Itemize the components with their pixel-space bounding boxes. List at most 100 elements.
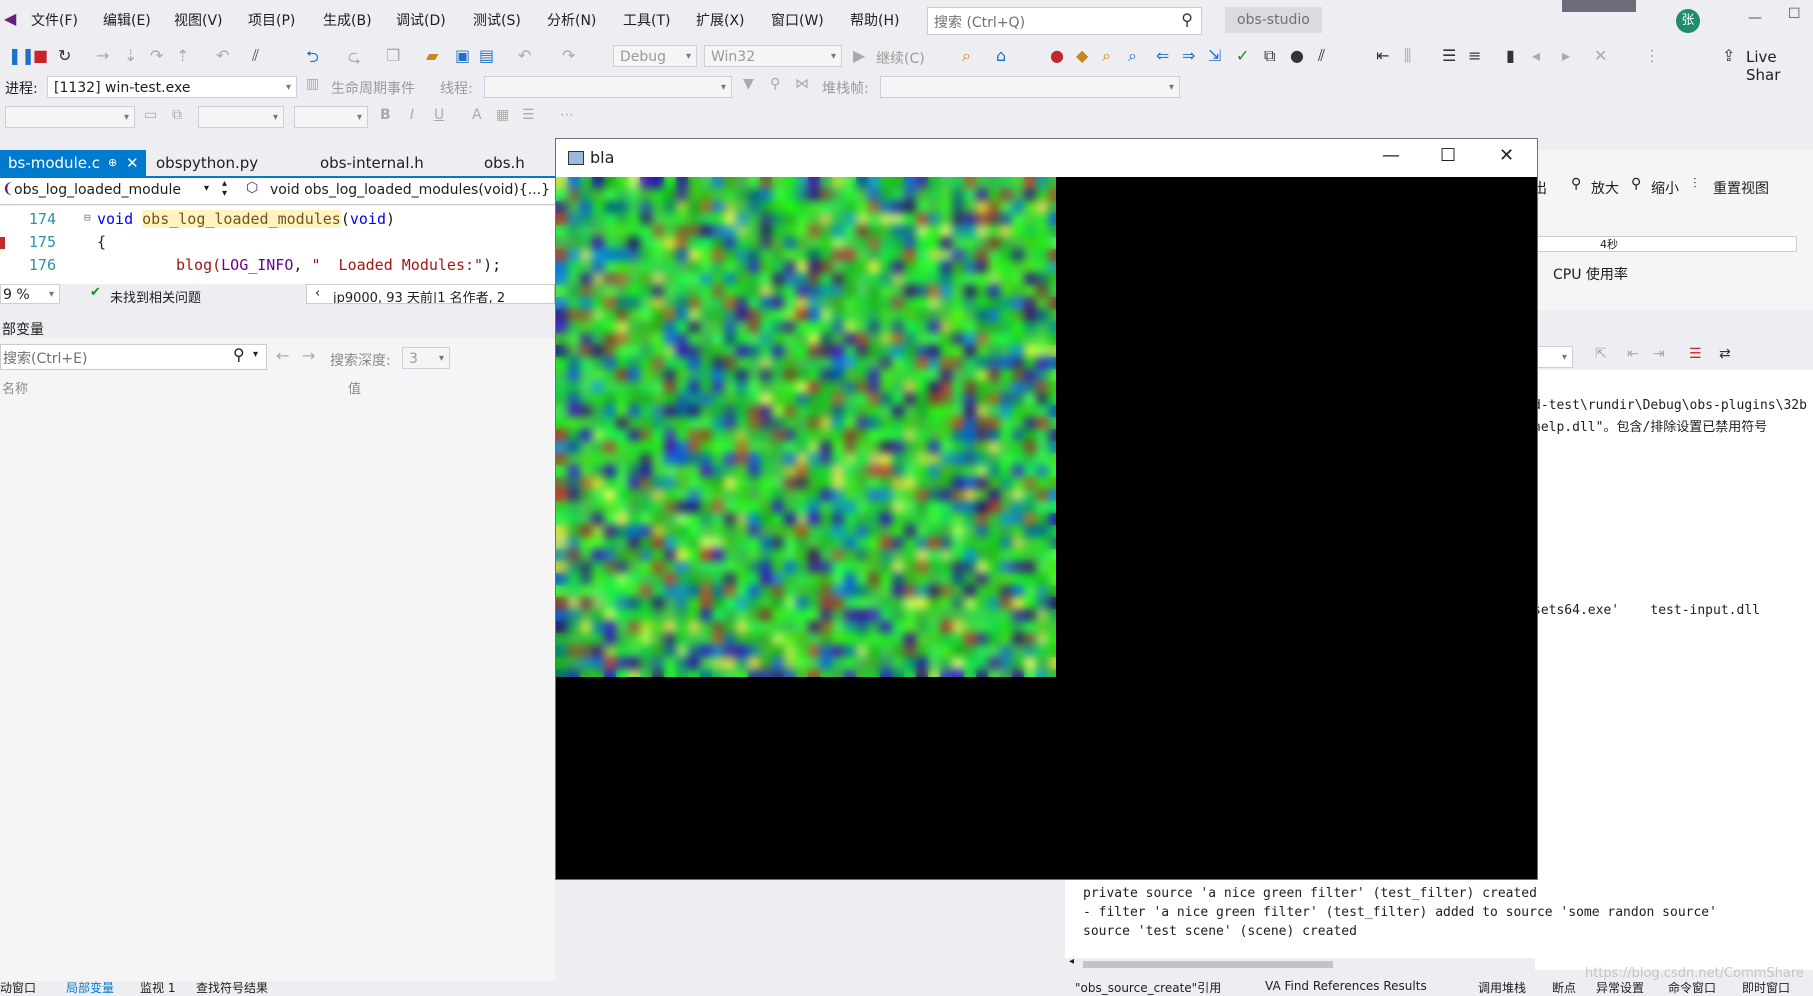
more-format-icon[interactable]: ⋯ (560, 107, 574, 123)
zoom-out-icon[interactable]: ⚲ (1631, 176, 1641, 192)
format-icon-2[interactable]: ⧉ (172, 107, 182, 123)
bold-icon[interactable]: B (380, 107, 391, 123)
continue-button[interactable]: 继续(C) (876, 48, 925, 68)
tab-obspython[interactable]: obspython.py (148, 150, 266, 176)
bookmark-prev-icon[interactable]: ◂ (1532, 46, 1540, 65)
save-all-icon[interactable]: ▤ (479, 46, 494, 65)
tool-2-icon[interactable]: ◆ (1076, 46, 1088, 65)
stack-icon[interactable]: ⋈ (795, 76, 809, 92)
stop-icon[interactable]: ■ (33, 46, 48, 65)
menu-analyze[interactable]: 分析(N) (547, 10, 596, 30)
filter-icon[interactable]: ▼ (743, 76, 754, 92)
chevron-left-icon[interactable]: ‹ (315, 286, 320, 301)
output-source-dropdown[interactable]: ▾ (1533, 346, 1573, 368)
step-out-icon[interactable]: ⇡ (176, 46, 189, 65)
new-item-icon[interactable]: ❐ (386, 46, 400, 65)
thread-dropdown[interactable]: ▾ (484, 76, 732, 98)
menu-extensions[interactable]: 扩展(X) (696, 10, 745, 30)
close-button[interactable]: ✕ (1499, 145, 1514, 166)
lifecycle-events-button[interactable]: 生命周期事件 (331, 78, 415, 98)
navigate-back-icon[interactable]: ⮌ (306, 46, 319, 73)
toolbar-more-icon[interactable]: ⋮ (1644, 46, 1660, 65)
tab-find-symbol[interactable]: 查找符号结果 (196, 979, 268, 996)
tool-5-icon[interactable]: ⇐ (1156, 46, 1169, 65)
scrollbar-thumb[interactable] (1083, 961, 1333, 968)
tool-10-icon[interactable]: ⫽ (1318, 46, 1325, 66)
tool-9-icon[interactable]: ● (1290, 46, 1304, 65)
tab-obs-module[interactable]: bs-module.c ⊕ ✕ (0, 150, 146, 176)
reset-view-icon[interactable]: ⫶ (1693, 176, 1697, 192)
zoom-out-button[interactable]: 缩小 (1651, 178, 1679, 198)
menu-edit[interactable]: 编辑(E) (103, 10, 151, 30)
menu-view[interactable]: 视图(V) (174, 10, 223, 30)
menu-tools[interactable]: 工具(T) (623, 10, 670, 30)
arrow-right-icon[interactable]: → (302, 346, 315, 365)
step-over-icon[interactable]: ↷ (150, 46, 163, 65)
tab-references[interactable]: "obs_source_create"引用 (1075, 979, 1221, 996)
breakpoint-icon[interactable] (0, 237, 5, 249)
pin-icon[interactable]: ⊕ (108, 150, 117, 176)
spell-icon[interactable]: ✓ (1236, 46, 1249, 65)
bookmark-next-icon[interactable]: ▸ (1562, 46, 1570, 65)
tool-1-icon[interactable]: ● (1050, 46, 1064, 65)
find-icon[interactable]: ⌕ (962, 46, 971, 66)
avatar[interactable]: 张 (1676, 9, 1700, 33)
underline-icon[interactable]: U (434, 107, 444, 123)
menu-window[interactable]: 窗口(W) (771, 10, 824, 30)
filter-2-icon[interactable]: ⚲ (770, 76, 780, 92)
menu-test[interactable]: 测试(S) (473, 10, 521, 30)
maximize-icon[interactable]: ☐ (1788, 6, 1801, 22)
column-value-header[interactable]: 值 (348, 378, 361, 397)
search-icon[interactable]: ⚲ (233, 345, 245, 364)
close-icon[interactable]: ✕ (126, 150, 139, 176)
tool-7-icon[interactable]: ⇲ (1208, 46, 1221, 65)
tool-3-icon[interactable]: ⌕ (1102, 46, 1111, 66)
collapse-icon[interactable]: ⊟ (84, 211, 91, 224)
member-dropdown[interactable]: void obs_log_loaded_modules(void){...} (270, 182, 550, 198)
reset-view-button[interactable]: 重置视图 (1713, 178, 1769, 198)
view-icon[interactable]: ⌂ (996, 46, 1006, 65)
output-tool-3-icon[interactable]: ⇥ (1653, 346, 1665, 362)
tool-8-icon[interactable]: ⧉ (1264, 46, 1275, 66)
tab-exception-settings[interactable]: 异常设置 (1596, 979, 1644, 996)
tool-6-icon[interactable]: ⇒ (1182, 46, 1195, 65)
tab-locals[interactable]: 局部变量 (66, 979, 114, 996)
tab-watch[interactable]: 监视 1 (140, 979, 175, 996)
menu-project[interactable]: 项目(P) (248, 10, 295, 30)
threads-icon[interactable]: ⫽ (252, 46, 259, 66)
blame-info[interactable]: ‹ jp9000, 93 天前|1 名作者, 2 (306, 284, 555, 304)
stack-frame-dropdown[interactable]: ▾ (880, 76, 1180, 98)
horizontal-scrollbar[interactable]: ◂ (1065, 956, 1535, 970)
style-dropdown[interactable]: ▾ (294, 106, 368, 128)
issues-status[interactable]: 未找到相关问题 (110, 287, 201, 306)
bla-window[interactable]: bla — ☐ ✕ (555, 138, 1538, 880)
tool-4-icon[interactable]: ⌕ (1128, 46, 1137, 66)
navigate-forward-icon[interactable]: ⮎ (348, 46, 361, 73)
restart-icon[interactable]: ↻ (58, 46, 71, 65)
tab-autos[interactable]: 动窗口 (0, 979, 36, 996)
size-dropdown[interactable]: ▾ (198, 106, 284, 128)
italic-icon[interactable]: I (410, 107, 414, 123)
minimize-icon[interactable]: — (1748, 10, 1762, 26)
menu-file[interactable]: 文件(F) (31, 10, 78, 30)
locals-search-input[interactable]: 搜索(Ctrl+E) ⚲ ▾ (0, 344, 267, 370)
open-file-icon[interactable]: ▰ (426, 46, 438, 65)
tab-obs-h[interactable]: obs.h (476, 150, 533, 176)
align-icon[interactable]: ☰ (522, 107, 535, 123)
search-box[interactable]: 搜索 (Ctrl+Q) ⚲ (927, 7, 1202, 35)
chevron-down-icon[interactable]: ▾ (204, 183, 209, 194)
show-next-statement-icon[interactable]: → (96, 46, 109, 65)
arrow-left-icon[interactable]: ← (276, 346, 289, 365)
column-name-header[interactable]: 名称 (2, 378, 28, 397)
comment-icon[interactable]: ≡ (1468, 46, 1481, 65)
scroll-left-icon[interactable]: ◂ (1069, 956, 1074, 967)
undo-icon[interactable]: ↶ (518, 46, 531, 65)
tab-call-stack[interactable]: 调用堆栈 (1478, 979, 1526, 996)
zoom-in-button[interactable]: 放大 (1591, 178, 1619, 198)
tab-breakpoints[interactable]: 断点 (1552, 979, 1576, 996)
bookmark-clear-icon[interactable]: ✕ (1594, 46, 1607, 65)
format-icon-1[interactable]: ▭ (144, 107, 157, 123)
bookmark-icon[interactable]: ▮ (1506, 46, 1515, 65)
menu-build[interactable]: 生成(B) (323, 10, 372, 30)
continue-icon[interactable]: ▶ (853, 46, 865, 65)
